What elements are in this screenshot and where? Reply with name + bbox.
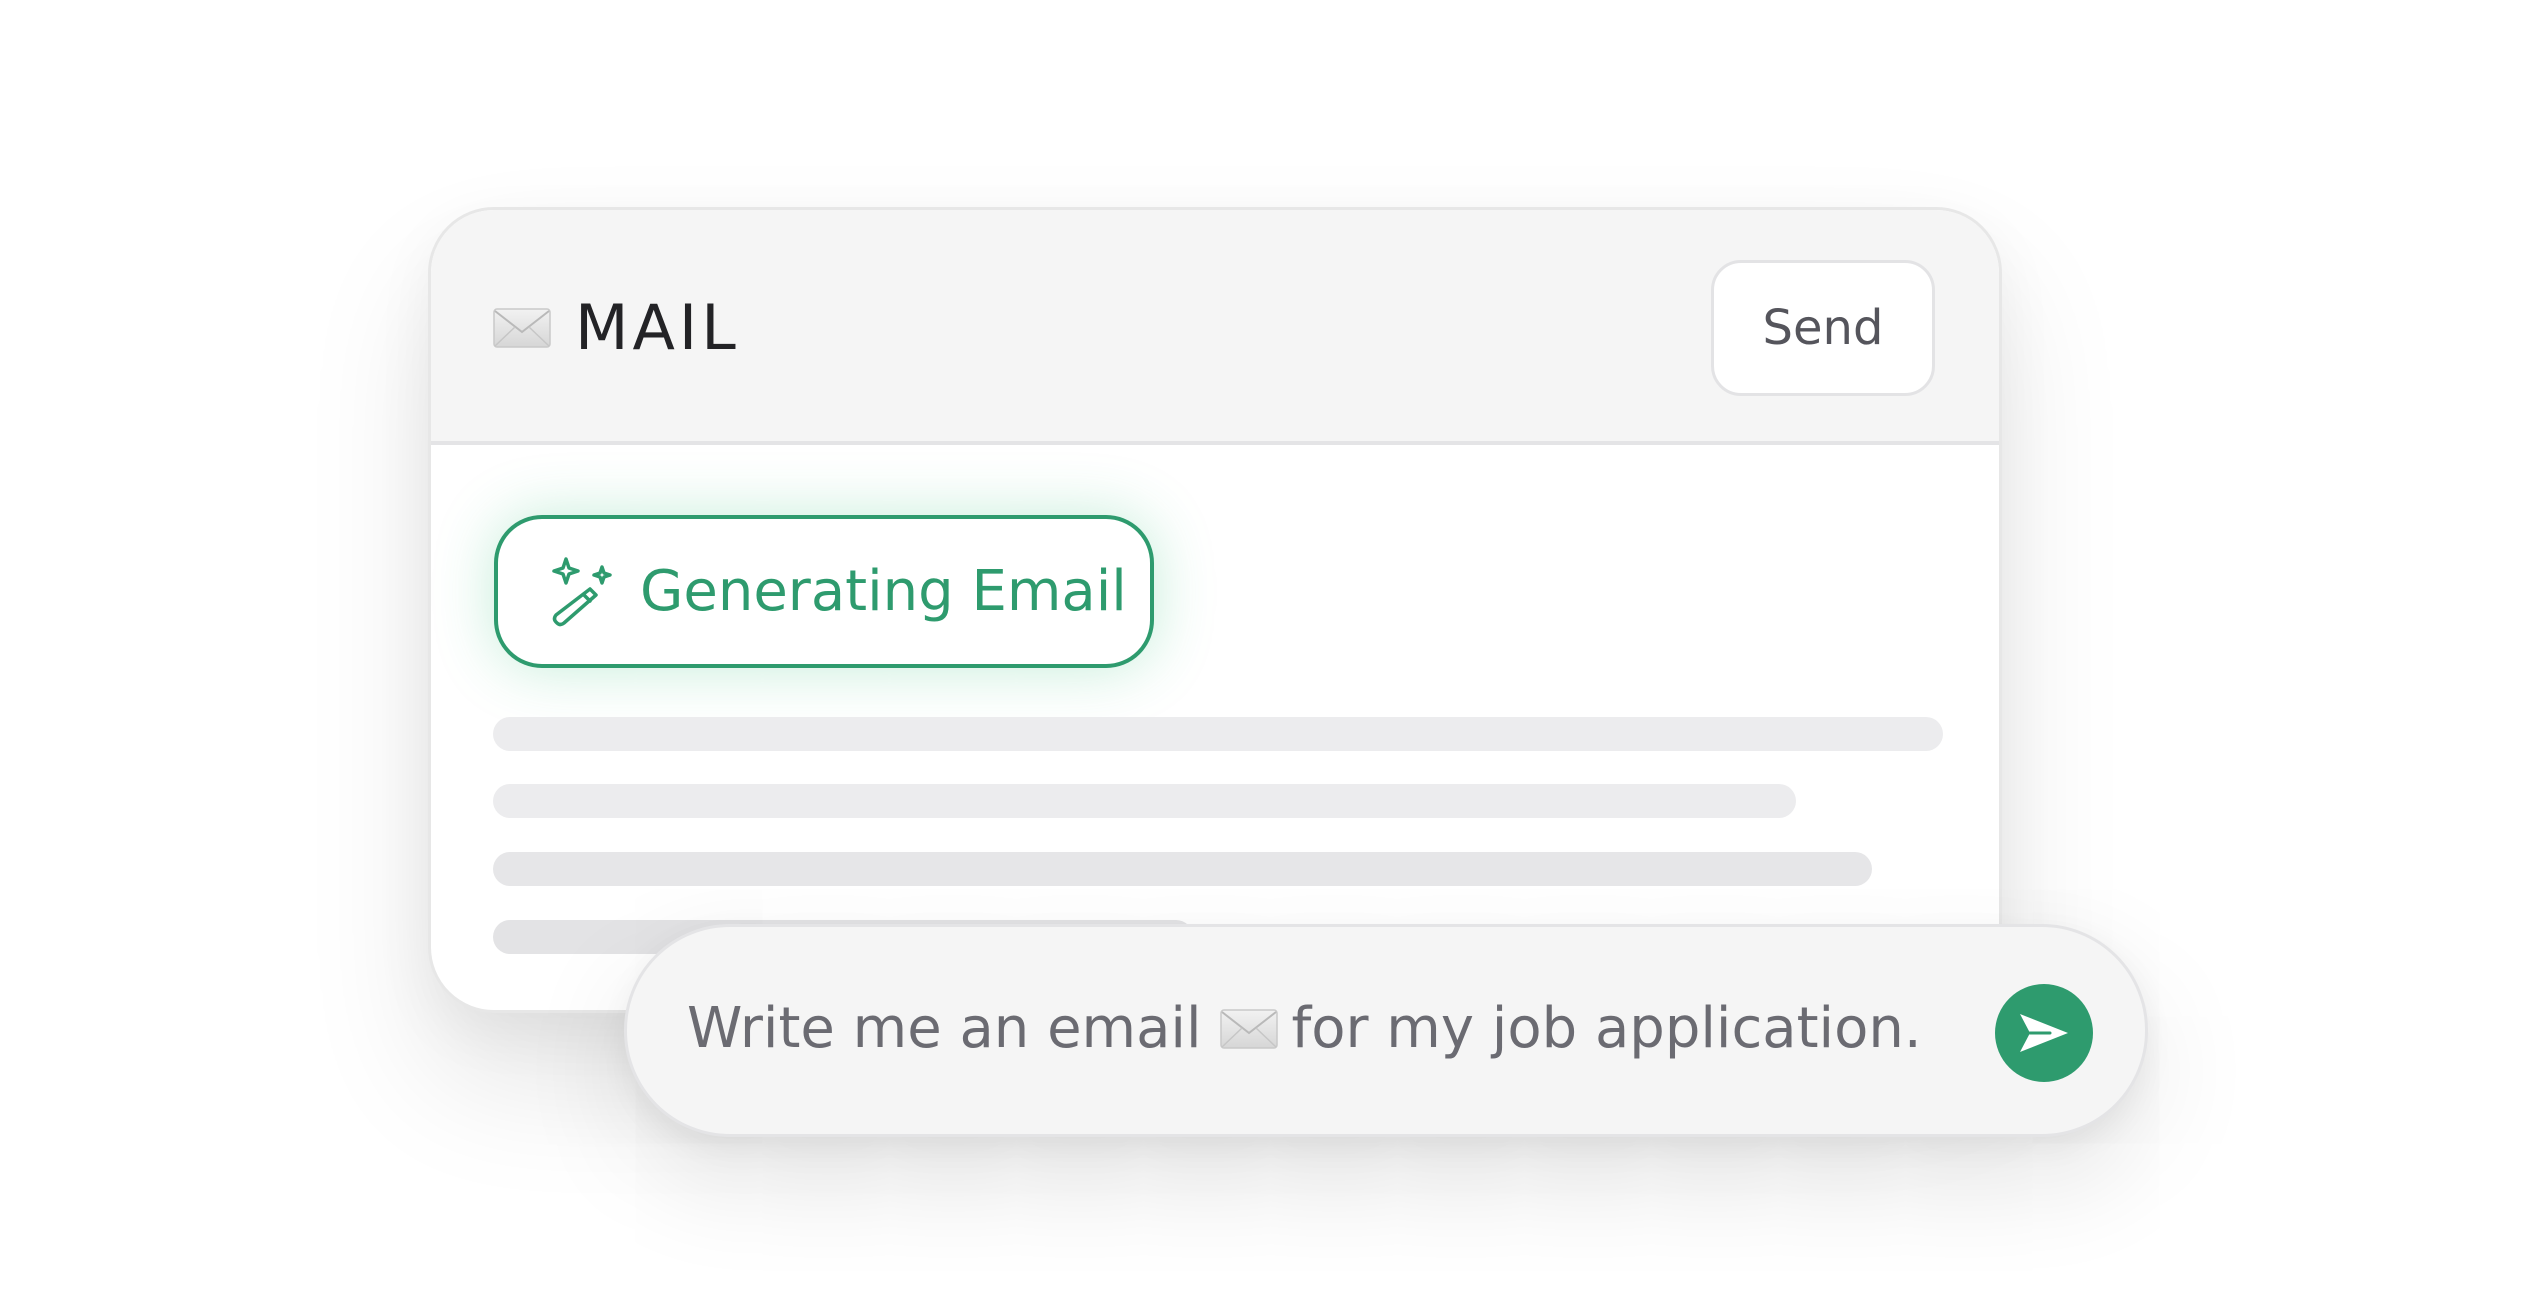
mail-window: MAIL Send Generating Email: [428, 207, 2002, 1013]
send-button[interactable]: Send: [1711, 260, 1935, 396]
stage: MAIL Send Generating Email Write me an e…: [0, 0, 2544, 1313]
generating-status-pill: Generating Email: [494, 515, 1154, 668]
prompt-text-start: Write me an email: [687, 996, 1202, 1061]
send-arrow-icon: [2020, 1014, 2068, 1052]
skeleton-line: [493, 717, 1943, 751]
prompt-input[interactable]: Write me an email for my job application…: [624, 924, 2148, 1137]
envelope-icon: [1219, 1009, 1278, 1049]
mail-title: MAIL: [575, 291, 740, 364]
generating-label: Generating Email: [640, 559, 1127, 624]
magic-wand-icon: [552, 557, 612, 627]
prompt-text-end: for my job application.: [1291, 996, 1922, 1061]
submit-button[interactable]: [1995, 984, 2093, 1082]
skeleton-line: [493, 784, 1796, 818]
envelope-icon: [493, 308, 551, 348]
mail-header: MAIL Send: [431, 210, 1999, 445]
skeleton-line: [493, 852, 1872, 886]
prompt-text: Write me an email for my job application…: [687, 991, 1922, 1067]
